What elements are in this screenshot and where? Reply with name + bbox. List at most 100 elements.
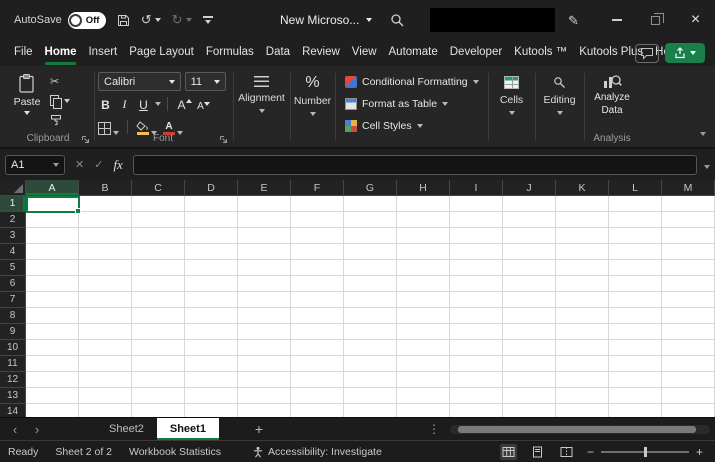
tab-automate[interactable]: Automate bbox=[383, 40, 444, 66]
close-button[interactable]: × bbox=[676, 0, 715, 40]
previous-sheet-button[interactable]: ‹ bbox=[4, 418, 26, 441]
restore-button[interactable] bbox=[636, 0, 674, 40]
underline-button[interactable]: U bbox=[136, 95, 151, 113]
column-header-g[interactable]: G bbox=[344, 180, 397, 196]
zoom-slider[interactable] bbox=[600, 447, 689, 457]
row-header-13[interactable]: 13 bbox=[0, 388, 26, 404]
tab-file[interactable]: File bbox=[8, 40, 39, 66]
tab-view[interactable]: View bbox=[346, 40, 383, 66]
sheet-tab-sheet2[interactable]: Sheet2 bbox=[96, 418, 157, 440]
page-break-preview-button[interactable] bbox=[558, 444, 575, 460]
format-painter-button[interactable] bbox=[50, 113, 70, 126]
tab-insert[interactable]: Insert bbox=[82, 40, 123, 66]
column-header-e[interactable]: E bbox=[238, 180, 291, 196]
column-header-c[interactable]: C bbox=[132, 180, 185, 196]
row-header-9[interactable]: 9 bbox=[0, 324, 26, 340]
font-name-select[interactable]: Calibri bbox=[98, 72, 181, 91]
analyze-data-button[interactable]: Analyze Data bbox=[585, 66, 639, 133]
document-title[interactable]: New Microso... bbox=[280, 0, 373, 40]
select-all-button[interactable] bbox=[0, 180, 26, 196]
accessibility-status[interactable]: Accessibility: Investigate bbox=[252, 446, 382, 458]
zoom-out-button[interactable]: − bbox=[587, 445, 594, 459]
share-button[interactable] bbox=[665, 43, 705, 63]
bold-button[interactable]: B bbox=[98, 95, 113, 113]
tab-data[interactable]: Data bbox=[260, 40, 296, 66]
collapse-ribbon-button[interactable] bbox=[700, 123, 706, 141]
row-header-2[interactable]: 2 bbox=[0, 212, 26, 228]
column-header-j[interactable]: J bbox=[503, 180, 556, 196]
decrease-font-size-button[interactable]: A bbox=[193, 95, 210, 113]
column-header-d[interactable]: D bbox=[185, 180, 238, 196]
normal-view-button[interactable] bbox=[499, 444, 517, 460]
workbook-statistics-button[interactable]: Workbook Statistics bbox=[129, 446, 221, 458]
italic-button[interactable]: I bbox=[117, 95, 132, 113]
formula-input[interactable] bbox=[132, 154, 697, 175]
cancel-button[interactable]: ✕ bbox=[75, 158, 84, 171]
row-header-1[interactable]: 1 bbox=[0, 196, 26, 212]
tab-formulas[interactable]: Formulas bbox=[200, 40, 260, 66]
column-header-k[interactable]: K bbox=[556, 180, 609, 196]
zoom-slider-thumb[interactable] bbox=[643, 447, 647, 457]
row-header-8[interactable]: 8 bbox=[0, 308, 26, 324]
alignment-button[interactable]: Alignment bbox=[234, 66, 289, 147]
format-as-table-button[interactable]: Format as Table bbox=[345, 95, 449, 113]
minimize-button[interactable] bbox=[598, 0, 636, 40]
paste-button[interactable]: Paste bbox=[9, 73, 45, 115]
tab-page-layout[interactable]: Page Layout bbox=[123, 40, 200, 66]
conditional-formatting-button[interactable]: Conditional Formatting bbox=[345, 73, 479, 91]
column-header-i[interactable]: I bbox=[450, 180, 503, 196]
search-button[interactable] bbox=[390, 13, 404, 27]
more-sheets-icon[interactable]: ⋮ bbox=[428, 422, 440, 436]
tab-kutools[interactable]: Kutools ™ bbox=[508, 40, 573, 66]
column-header-m[interactable]: M bbox=[662, 180, 715, 196]
autosave-toggle[interactable]: Off bbox=[67, 11, 106, 29]
cell-styles-button[interactable]: Cell Styles bbox=[345, 117, 423, 135]
enter-button[interactable]: ✓ bbox=[94, 158, 103, 171]
chevron-down-icon[interactable] bbox=[185, 18, 192, 22]
clipboard-dialog-launcher[interactable] bbox=[81, 135, 90, 144]
row-header-6[interactable]: 6 bbox=[0, 276, 26, 292]
row-header-10[interactable]: 10 bbox=[0, 340, 26, 356]
increase-font-size-button[interactable]: A bbox=[174, 95, 192, 113]
horizontal-scrollbar[interactable] bbox=[450, 425, 710, 434]
pen-button[interactable]: ✎ bbox=[568, 13, 579, 29]
comments-button[interactable] bbox=[635, 44, 659, 63]
row-header-3[interactable]: 3 bbox=[0, 228, 26, 244]
row-header-12[interactable]: 12 bbox=[0, 372, 26, 388]
row-header-7[interactable]: 7 bbox=[0, 292, 26, 308]
insert-function-button[interactable]: fx bbox=[113, 157, 122, 173]
font-size-select[interactable]: 11 bbox=[184, 72, 226, 91]
next-sheet-button[interactable]: › bbox=[26, 418, 48, 441]
redo-button[interactable]: ↻ bbox=[172, 12, 192, 28]
row-header-14[interactable]: 14 bbox=[0, 404, 26, 417]
new-sheet-button[interactable]: + bbox=[249, 421, 269, 437]
horizontal-scrollbar-thumb[interactable] bbox=[458, 426, 696, 433]
sheet-tab-sheet1[interactable]: Sheet1 bbox=[156, 418, 219, 440]
cells-area[interactable] bbox=[26, 196, 715, 417]
row-header-4[interactable]: 4 bbox=[0, 244, 26, 260]
column-header-a[interactable]: A bbox=[26, 180, 79, 196]
editing-button[interactable]: Editing bbox=[536, 66, 583, 147]
font-dialog-launcher[interactable] bbox=[219, 135, 228, 144]
zoom-in-button[interactable]: + bbox=[696, 445, 703, 459]
cut-button[interactable]: ✂ bbox=[50, 75, 70, 88]
cells-button[interactable]: Cells bbox=[489, 66, 534, 147]
selected-cell-a1[interactable] bbox=[26, 196, 81, 214]
tab-review[interactable]: Review bbox=[296, 40, 346, 66]
number-button[interactable]: % Number bbox=[291, 66, 334, 147]
row-header-11[interactable]: 11 bbox=[0, 356, 26, 372]
column-header-b[interactable]: B bbox=[79, 180, 132, 196]
customize-quick-access-toolbar-button[interactable] bbox=[202, 16, 213, 24]
row-header-5[interactable]: 5 bbox=[0, 260, 26, 276]
name-box[interactable]: A1 bbox=[5, 154, 65, 175]
undo-button[interactable]: ↺ bbox=[141, 12, 161, 28]
column-header-f[interactable]: F bbox=[291, 180, 344, 196]
column-header-l[interactable]: L bbox=[609, 180, 662, 196]
copy-button[interactable] bbox=[50, 94, 70, 109]
tab-home[interactable]: Home bbox=[39, 40, 83, 66]
page-layout-view-button[interactable] bbox=[529, 444, 546, 460]
chevron-down-icon[interactable] bbox=[154, 18, 161, 22]
expand-formula-bar-button[interactable] bbox=[704, 156, 710, 174]
column-header-h[interactable]: H bbox=[397, 180, 450, 196]
chevron-down-icon[interactable] bbox=[155, 102, 161, 106]
